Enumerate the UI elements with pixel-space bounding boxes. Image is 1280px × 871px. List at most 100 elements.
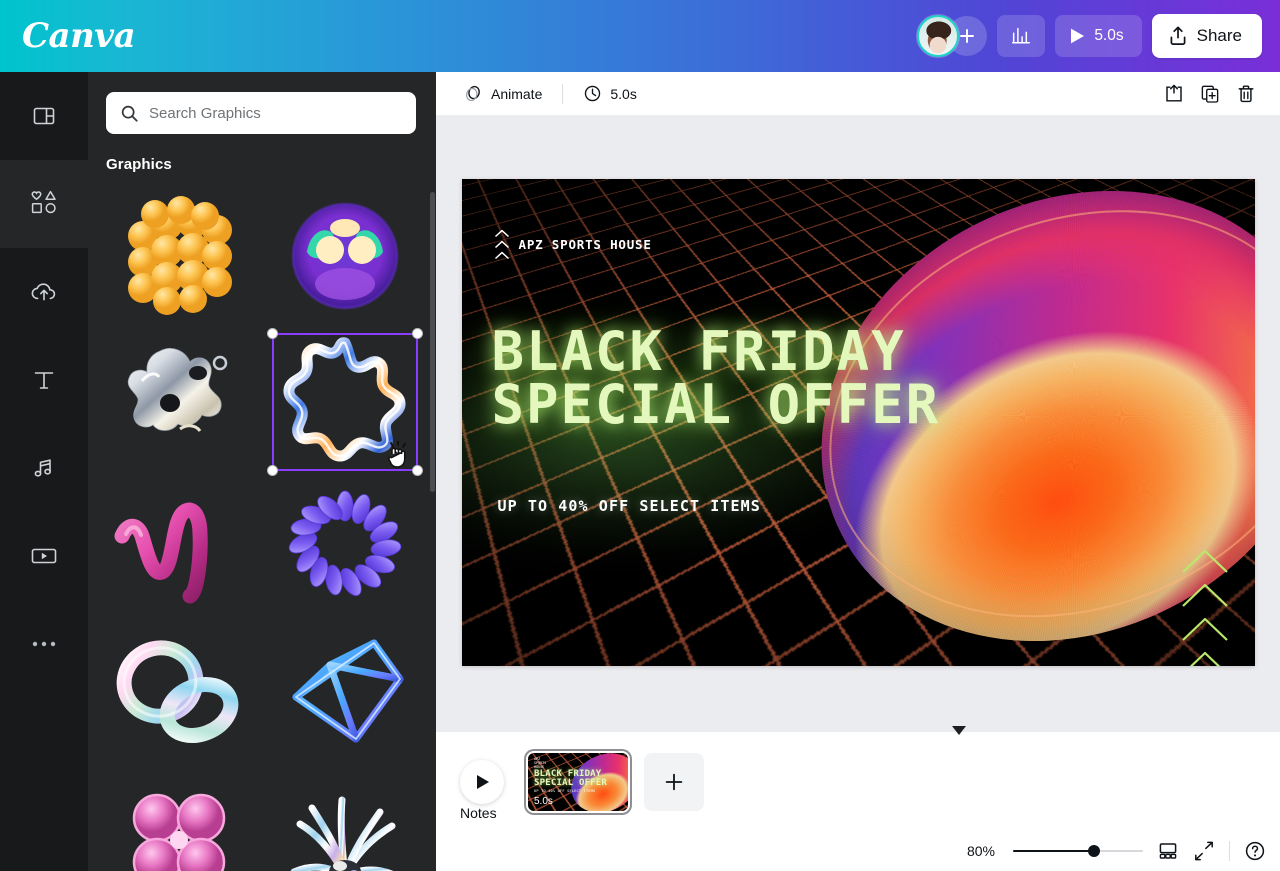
elements-icon — [31, 190, 56, 214]
brand-chevrons — [494, 229, 510, 260]
chevron-up-outline-icon — [1181, 549, 1228, 573]
thumbnail-subheadline: UP TO 40% OFF SELECT ITEMS — [534, 788, 596, 793]
resize-handle-tr[interactable] — [412, 328, 423, 339]
status-bar: 80% — [436, 831, 1280, 871]
resize-handle-br[interactable] — [412, 465, 423, 476]
zoom-slider[interactable] — [1013, 844, 1143, 858]
sidebar-item-more[interactable] — [0, 600, 88, 688]
resize-handle-tl[interactable] — [267, 328, 278, 339]
timeline-play-button[interactable] — [460, 759, 504, 804]
graphic-tile-blue-wireframe-cube[interactable] — [262, 621, 428, 767]
zoom-slider-fill — [1013, 849, 1094, 853]
text-icon — [34, 372, 54, 389]
canva-logo[interactable]: Canva — [20, 16, 136, 56]
graphic-tile-pink-flower[interactable] — [96, 767, 262, 871]
avatar[interactable] — [917, 15, 960, 57]
yellow-bubble-cube-icon — [128, 196, 232, 315]
animate-button[interactable]: Animate — [454, 79, 552, 108]
sidebar-item-audio[interactable] — [0, 424, 88, 512]
pages-grid-icon — [1159, 843, 1177, 859]
add-page-button[interactable] — [1164, 84, 1184, 104]
resize-handle-bl[interactable] — [267, 465, 278, 476]
help-button[interactable] — [1244, 840, 1266, 862]
chevron-up-outline-icon — [1189, 651, 1220, 666]
editor-main: Animate 5.0s APZ SPORTS HOUSE BLACK FRID… — [436, 72, 1280, 871]
graphic-tile-iridescent-linked-rings[interactable] — [96, 621, 262, 767]
animate-label: Animate — [491, 85, 543, 102]
graphic-tile-gradient-orb[interactable] — [262, 183, 428, 329]
sidebar-item-uploads[interactable] — [0, 248, 88, 336]
layout-icon — [33, 107, 55, 125]
search-icon — [121, 105, 138, 122]
grid-view-button[interactable] — [1157, 841, 1179, 861]
thumbnail-headline: BLACK FRIDAY SPECIAL OFFER — [534, 768, 608, 788]
chevron-up-icon — [494, 240, 509, 249]
blue-wireframe-cube-icon — [292, 639, 404, 743]
design-canvas[interactable]: APZ SPORTS HOUSE BLACK FRIDAY SPECIAL OF… — [461, 179, 1255, 666]
sidebar-item-text[interactable] — [0, 336, 88, 424]
collaborators-group — [917, 15, 988, 57]
graphic-tile-chrome-starburst[interactable] — [262, 767, 428, 871]
editor-body: Graphics — [0, 72, 1280, 871]
zoom-level-label: 80% — [966, 843, 995, 859]
pink-flower-icon — [132, 793, 226, 871]
sidebar-item-design[interactable] — [0, 72, 88, 160]
elements-panel: Graphics — [88, 72, 436, 871]
canva-editor: Canva 5.0s Share Search Graphics Graphic… — [0, 0, 1280, 871]
music-note-icon — [34, 459, 51, 477]
fullscreen-button[interactable] — [1193, 841, 1215, 861]
sidebar-item-elements[interactable] — [0, 160, 88, 248]
search-area — [88, 72, 436, 134]
sidebar-item-videos[interactable] — [0, 512, 88, 600]
chevron-up-icon — [494, 229, 509, 238]
zoom-slider-knob[interactable] — [1088, 845, 1101, 857]
page-thumbnail[interactable]: APZ SPORTS HOUSE BLACK FRIDAY SPECIAL OF… — [528, 752, 628, 811]
search-box[interactable] — [106, 92, 416, 134]
video-icon — [31, 548, 57, 564]
duplicate-page-button[interactable] — [1200, 84, 1220, 104]
chrome-blob-icon — [127, 348, 228, 432]
graphics-grid — [88, 183, 436, 871]
play-button[interactable]: 5.0s — [1055, 15, 1142, 57]
play-icon — [476, 774, 489, 789]
top-header: Canva 5.0s Share — [0, 0, 1280, 72]
share-button[interactable]: Share — [1151, 14, 1262, 58]
chevron-up-outline-icon — [1181, 617, 1228, 641]
delete-page-button[interactable] — [1236, 84, 1256, 104]
chrome-starburst-icon — [290, 796, 396, 871]
context-toolbar-right — [1164, 84, 1256, 104]
search-input[interactable] — [149, 104, 402, 122]
graphic-tile-pink-squiggle[interactable] — [96, 475, 262, 621]
expand-arrows-icon — [1195, 841, 1213, 861]
page-position-marker — [952, 726, 966, 735]
notes-button[interactable]: Notes — [460, 805, 497, 821]
design-headline[interactable]: BLACK FRIDAY SPECIAL OFFER — [492, 325, 941, 432]
chevron-up-outline-icon — [1181, 583, 1228, 607]
duration-button[interactable]: 5.0s — [573, 79, 646, 108]
add-page-tile[interactable] — [644, 752, 704, 811]
ellipsis-icon — [32, 641, 56, 647]
context-toolbar: Animate 5.0s — [436, 72, 1280, 116]
brand-logo[interactable]: APZ SPORTS HOUSE — [494, 229, 652, 260]
bar-chart-icon — [1012, 27, 1031, 44]
graphic-tile-purple-coil-torus[interactable] — [262, 475, 428, 621]
duration-label: 5.0s — [610, 85, 637, 102]
play-icon — [1071, 28, 1085, 44]
pink-squiggle-icon — [114, 502, 208, 604]
graphic-tile-iridescent-star-blob[interactable] — [262, 328, 428, 476]
hand-cursor-icon — [388, 441, 406, 468]
add-page-icon — [1166, 84, 1182, 102]
chevron-up-icon — [494, 251, 509, 260]
share-upload-icon — [1170, 26, 1186, 45]
insights-button[interactable] — [997, 15, 1046, 57]
graphic-tile-chrome-blob[interactable] — [96, 329, 262, 475]
toolbar-divider — [562, 83, 564, 104]
plus-icon — [960, 29, 975, 43]
panel-scrollbar[interactable] — [430, 192, 435, 492]
design-subheadline[interactable]: UP TO 40% OFF SELECT ITEMS — [498, 497, 761, 515]
graphic-tile-yellow-bubble-cube[interactable] — [96, 183, 262, 329]
header-actions: 5.0s Share — [917, 14, 1262, 58]
brand-name: APZ SPORTS HOUSE — [518, 236, 652, 252]
iridescent-linked-rings-icon — [116, 640, 239, 743]
accent-chevrons — [1179, 546, 1231, 666]
